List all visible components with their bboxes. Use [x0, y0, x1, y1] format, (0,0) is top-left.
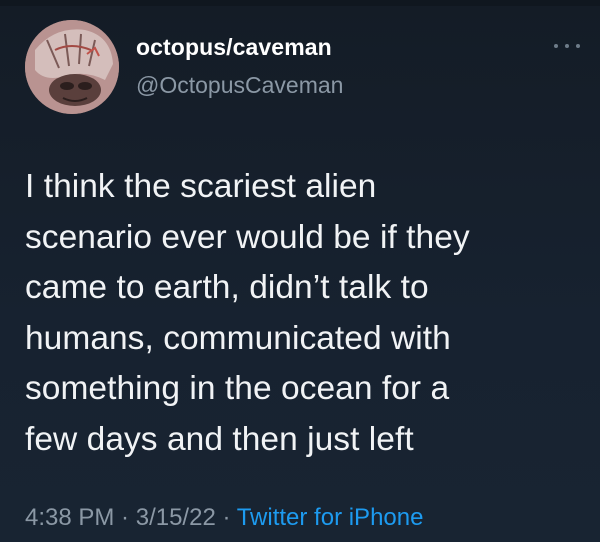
meta-separator: · [114, 504, 136, 531]
meta-separator: · [215, 504, 237, 531]
top-divider [0, 0, 600, 6]
tweet-text-line: I think the scariest alien [25, 168, 377, 205]
tweet-source-link[interactable]: Twitter for iPhone [237, 504, 424, 531]
ellipsis-icon[interactable] [554, 40, 580, 52]
tweet-text: I think the scariest alien scenario ever… [25, 162, 585, 465]
tweet-card: octopus/caveman @OctopusCaveman I think … [0, 0, 600, 542]
avatar-painting-icon [25, 20, 119, 114]
tweet-metadata: 4:38 PM · 3/15/22 · Twitter for iPhone [25, 504, 423, 532]
tweet-text-line: few days and then just left [25, 420, 414, 458]
author-handle[interactable]: @OctopusCaveman [136, 72, 343, 99]
tweet-text-line: came to earth, didn’t talk to [25, 269, 429, 306]
tweet-text-line: humans, communicated with [25, 319, 451, 357]
ellipsis-dot [565, 44, 569, 48]
ellipsis-dot [576, 44, 580, 48]
tweet-time[interactable]: 4:38 PM [25, 504, 114, 531]
ellipsis-dot [554, 44, 558, 48]
tweet-text-line: something in the ocean for a [25, 370, 450, 407]
tweet-text-line: scenario ever would be if they [25, 218, 470, 256]
avatar[interactable] [25, 20, 119, 114]
author-display-name[interactable]: octopus/caveman [136, 34, 332, 61]
tweet-date[interactable]: 3/15/22 [136, 504, 216, 531]
